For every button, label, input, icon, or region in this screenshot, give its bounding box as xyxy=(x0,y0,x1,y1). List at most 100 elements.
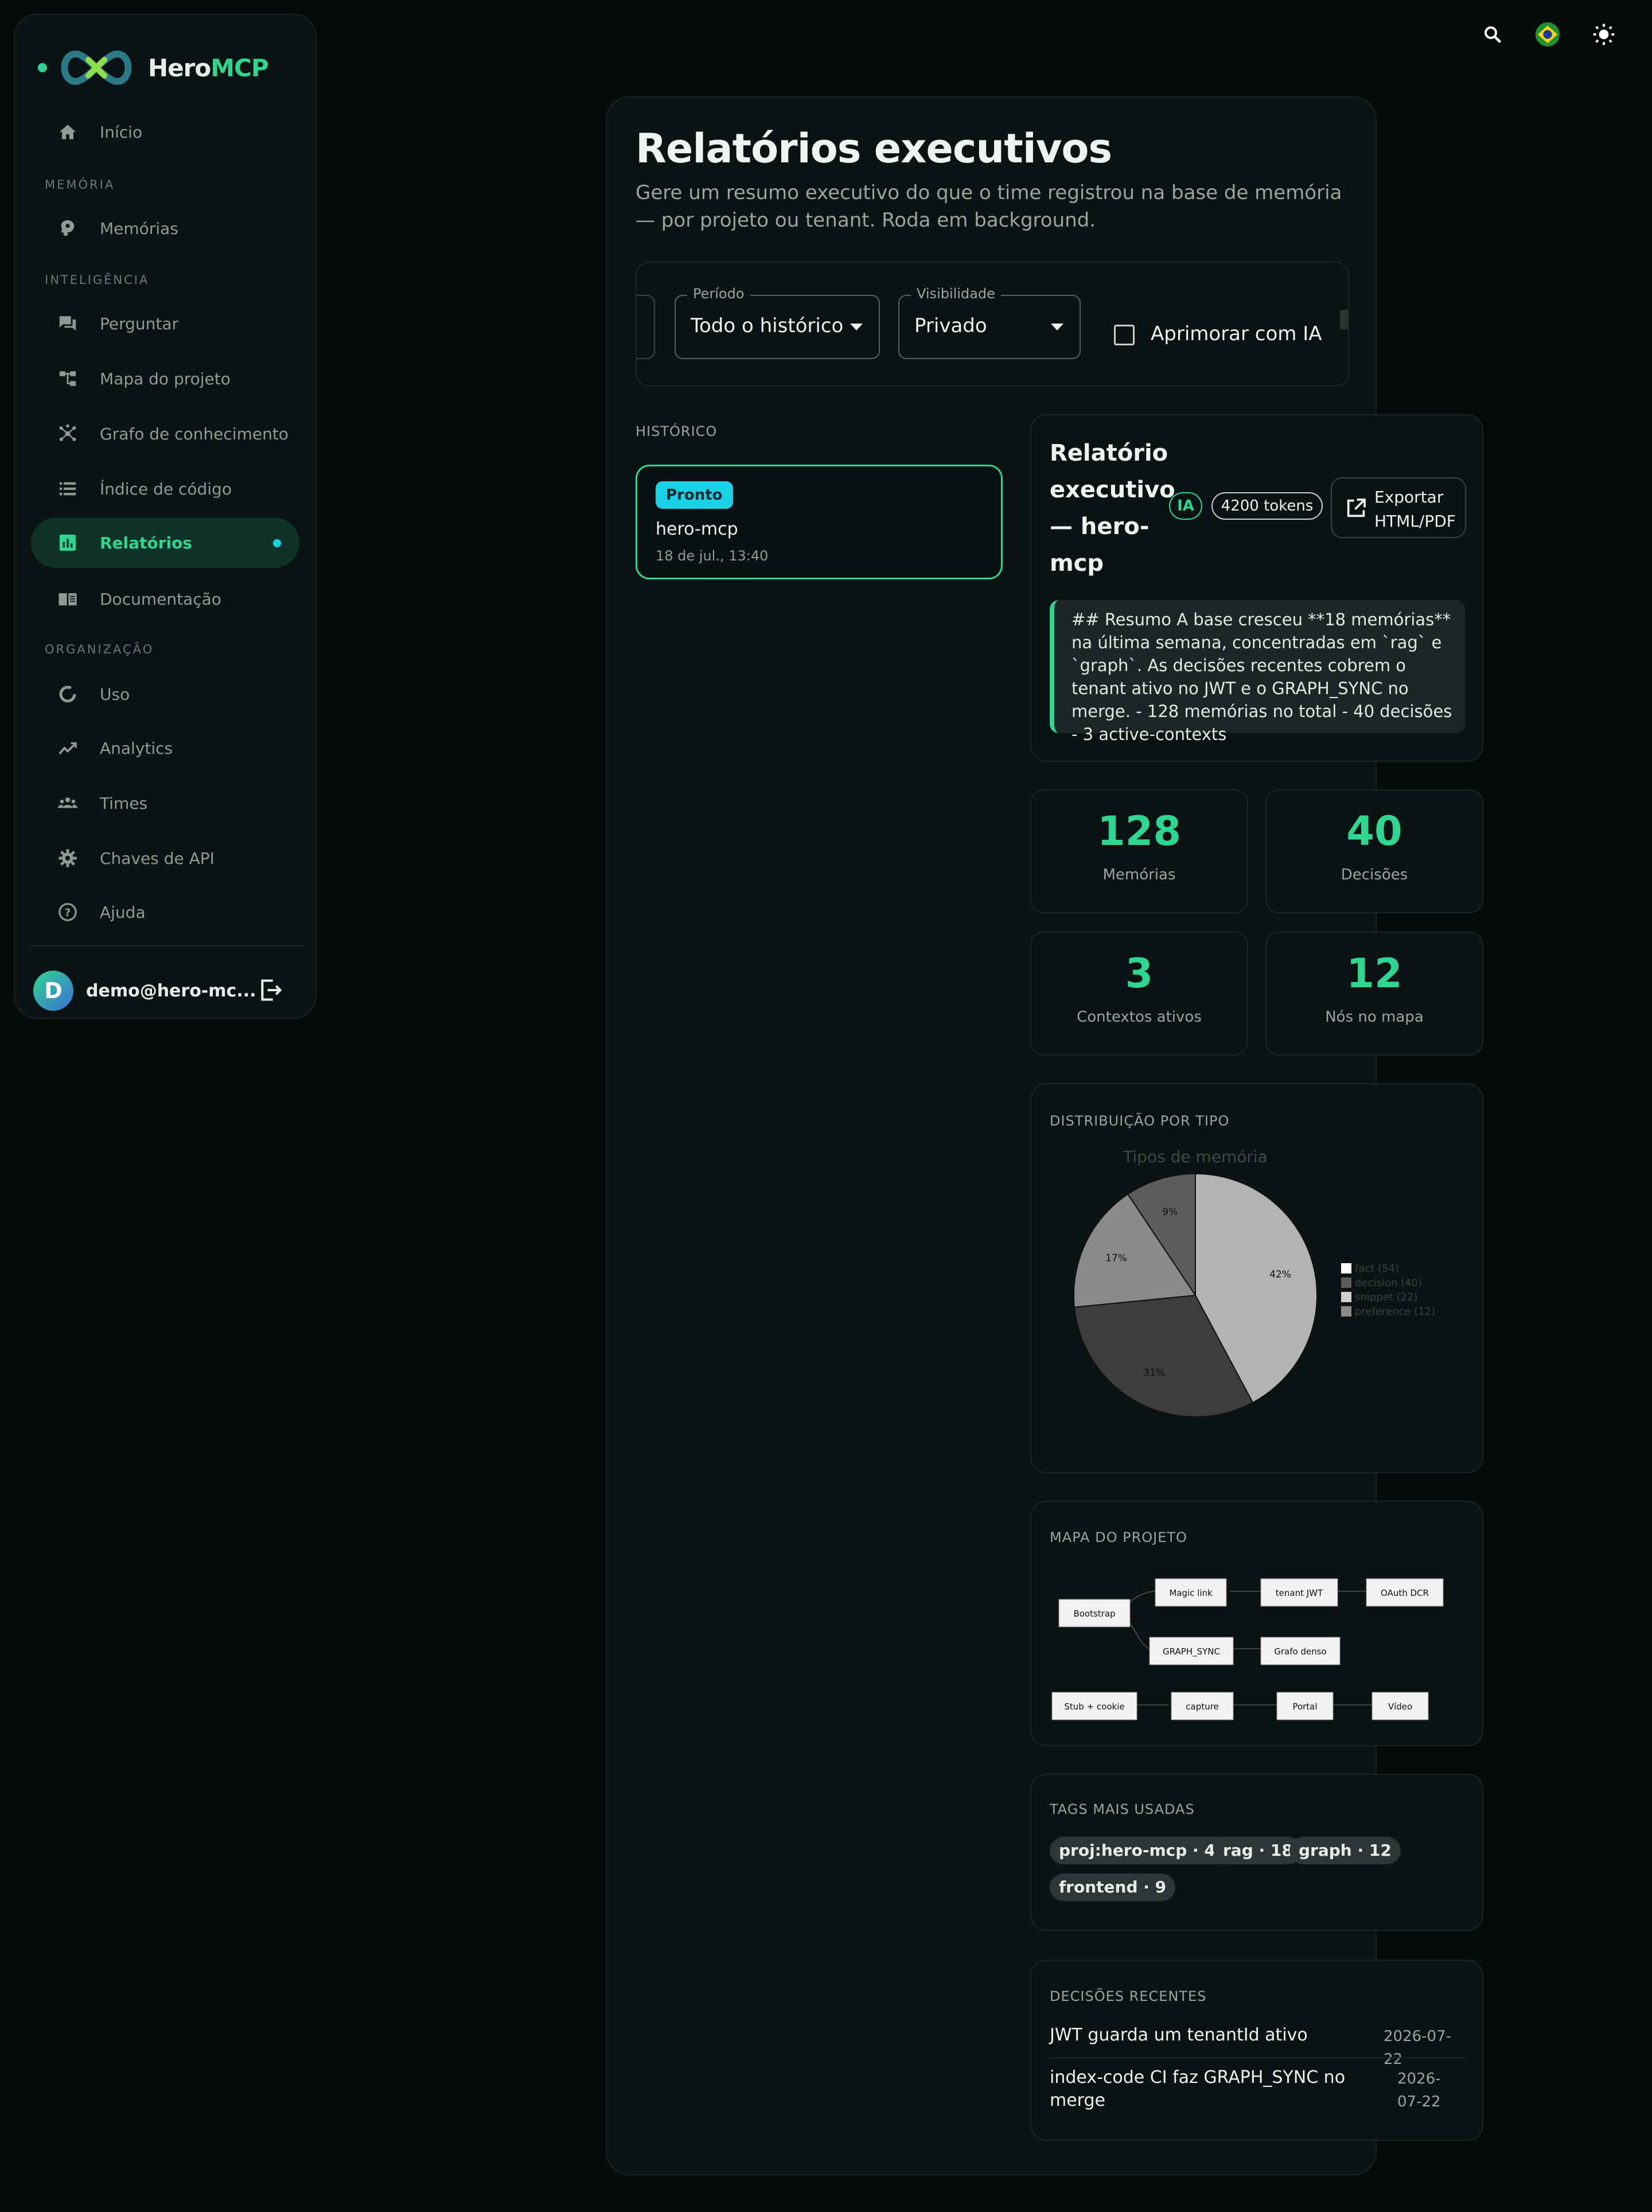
book-icon xyxy=(55,586,80,612)
export-label: Exportar HTML/PDF xyxy=(1374,488,1456,531)
sidebar-item-inicio[interactable]: Início xyxy=(31,107,299,157)
sidebar-item-label: Perguntar xyxy=(100,314,179,333)
chevron-down-icon xyxy=(850,324,863,330)
sidebar-item-grafo[interactable]: Grafo de conhecimento xyxy=(31,408,299,459)
history-label: HISTÓRICO xyxy=(636,423,718,439)
map-node-label: Grafo denso xyxy=(1274,1646,1326,1657)
sidebar-item-label: Documentação xyxy=(100,589,221,609)
decision-date: 2026-07-22 xyxy=(1397,2070,1441,2110)
report-panel: Relatório executivo — hero-mcp IA 4200 t… xyxy=(1030,414,1483,762)
tag-chip[interactable]: rag · 18 xyxy=(1214,1837,1302,1864)
map-node-label: Stub + cookie xyxy=(1064,1701,1124,1712)
legend-swatch xyxy=(1341,1292,1351,1302)
clipped-button[interactable] xyxy=(1340,310,1348,329)
map-node-label: Vídeo xyxy=(1388,1701,1412,1712)
stat-label: Memórias xyxy=(1102,866,1176,883)
stat-value: 40 xyxy=(1346,808,1402,855)
sidebar-item-chaves[interactable]: Chaves de API xyxy=(31,833,299,883)
sidebar-divider xyxy=(29,945,304,947)
report-summary: ## Resumo A base cresceu **18 memórias**… xyxy=(1050,600,1465,744)
sidebar-item-label: Times xyxy=(100,793,148,813)
tree-map-icon xyxy=(55,366,80,391)
section-label-organizacao: ORGANIZAÇÃO xyxy=(45,642,154,656)
periodo-value: Todo o histórico xyxy=(691,314,844,337)
stat-card-nos: 12 Nós no mapa xyxy=(1265,932,1483,1056)
ia-badge: IA xyxy=(1169,492,1202,520)
report-title: Relatório executivo — hero-mcp xyxy=(1050,440,1175,577)
map-node-label: tenant JWT xyxy=(1276,1588,1323,1598)
user-email: demo@hero-mc... xyxy=(86,980,256,1001)
tag-chip[interactable]: frontend · 9 xyxy=(1050,1874,1176,1901)
sidebar-item-documentacao[interactable]: Documentação xyxy=(31,574,299,624)
sidebar-item-relatorios[interactable]: Relatórios xyxy=(31,517,299,568)
sidebar-item-label: Índice de código xyxy=(100,479,232,499)
map-node-label: GRAPH_SYNC xyxy=(1163,1646,1220,1657)
stat-value: 12 xyxy=(1346,950,1402,997)
sidebar-item-perguntar[interactable]: Perguntar xyxy=(31,298,299,349)
svg-text:?: ? xyxy=(65,907,71,919)
donut-icon xyxy=(55,681,80,707)
sidebar-item-analytics[interactable]: Analytics xyxy=(31,723,299,773)
user-account[interactable]: D demo@hero-mc... xyxy=(33,965,299,1017)
tags-label: TAGS MAIS USADAS xyxy=(1050,1801,1195,1817)
logout-icon[interactable] xyxy=(258,978,283,1003)
map-node-label: Bootstrap xyxy=(1073,1609,1115,1619)
sidebar-item-memorias[interactable]: Memórias xyxy=(31,203,299,254)
aprimorar-label[interactable]: Aprimorar com IA xyxy=(1151,322,1322,345)
sidebar-item-label: Analytics xyxy=(100,738,173,758)
tag-chip[interactable]: proj:hero-mcp · 40 xyxy=(1050,1837,1236,1864)
sidebar-item-times[interactable]: Times xyxy=(31,778,299,828)
aprimorar-checkbox[interactable] xyxy=(1114,325,1135,345)
brand-logo[interactable]: HeroMCP xyxy=(38,32,269,103)
project-map-diagram: Bootstrap Magic link tenant JWT OAuth DCR GR… xyxy=(1051,1578,1444,1720)
legend-swatch xyxy=(1341,1306,1351,1317)
decision-text: JWT guarda um tenantId ativo xyxy=(1050,2025,1308,2045)
graph-icon xyxy=(55,421,80,446)
sun-theme-icon[interactable] xyxy=(1589,20,1619,49)
sidebar-item-uso[interactable]: Uso xyxy=(31,669,299,719)
legend-entry: decision (40) xyxy=(1355,1277,1422,1289)
project-map-label: MAPA DO PROJETO xyxy=(1050,1529,1187,1545)
stat-card-contextos: 3 Contextos ativos xyxy=(1030,932,1248,1056)
stat-label: Contextos ativos xyxy=(1077,1008,1202,1026)
pie-chart: Tipos de memória 42% 31% 17% 9% fact (54) deci… xyxy=(1047,1142,1472,1428)
slice-percent-label: 42% xyxy=(1269,1269,1291,1280)
tags-panel: TAGS MAIS USADAS proj:hero-mcp · 40 rag … xyxy=(1030,1774,1483,1931)
gear-icon xyxy=(55,846,80,871)
visibilidade-value: Privado xyxy=(914,314,987,337)
stat-value: 3 xyxy=(1125,950,1154,997)
decision-text: index-code CI faz GRAPH_SYNC no merge xyxy=(1050,2067,1346,2110)
group-icon xyxy=(55,790,80,816)
slice-percent-label: 9% xyxy=(1162,1206,1178,1218)
periodo-select[interactable]: Período Todo o histórico xyxy=(675,286,880,359)
slice-percent-label: 31% xyxy=(1143,1368,1165,1379)
help-icon: ? xyxy=(55,899,80,925)
sidebar-item-mapa[interactable]: Mapa do projeto xyxy=(31,353,299,404)
sidebar-item-indice[interactable]: Índice de código xyxy=(31,464,299,514)
trend-icon xyxy=(55,735,80,761)
sidebar-item-label: Ajuda xyxy=(100,902,146,922)
brazil-flag-icon[interactable] xyxy=(1533,20,1563,49)
stat-value: 128 xyxy=(1097,808,1182,855)
section-label-inteligencia: INTELIGÊNCIA xyxy=(45,273,150,287)
history-item[interactable]: Pronto hero-mcp 18 de jul., 13:40 xyxy=(636,465,1003,579)
search-icon[interactable] xyxy=(1478,20,1507,49)
stat-card-memorias: 128 Memórias xyxy=(1030,789,1248,913)
external-link-icon xyxy=(1347,499,1366,517)
chart-title: Tipos de memória xyxy=(1123,1147,1268,1166)
history-item-name: hero-mcp xyxy=(656,519,738,539)
status-badge: Pronto xyxy=(656,481,733,509)
decisions-panel: DECISÕES RECENTES JWT guarda um tenantId… xyxy=(1030,1960,1483,2141)
sidebar-item-label: Início xyxy=(100,122,143,142)
filter-bar: Período Todo o histórico Visibilidade Pr… xyxy=(636,262,1349,387)
chevron-down-icon xyxy=(1051,324,1063,330)
avatar: D xyxy=(33,971,73,1011)
legend-entry: preference (12) xyxy=(1355,1306,1435,1318)
tag-chip[interactable]: graph · 12 xyxy=(1289,1837,1401,1864)
sidebar-item-ajuda[interactable]: ? Ajuda xyxy=(31,887,299,937)
sidebar-item-label: Memórias xyxy=(100,219,178,238)
clipped-select[interactable] xyxy=(637,295,655,359)
export-button[interactable]: Exportar HTML/PDF xyxy=(1331,477,1466,538)
visibilidade-select[interactable]: Visibilidade Privado xyxy=(898,286,1081,359)
decisions-label: DECISÕES RECENTES xyxy=(1050,1988,1207,2004)
